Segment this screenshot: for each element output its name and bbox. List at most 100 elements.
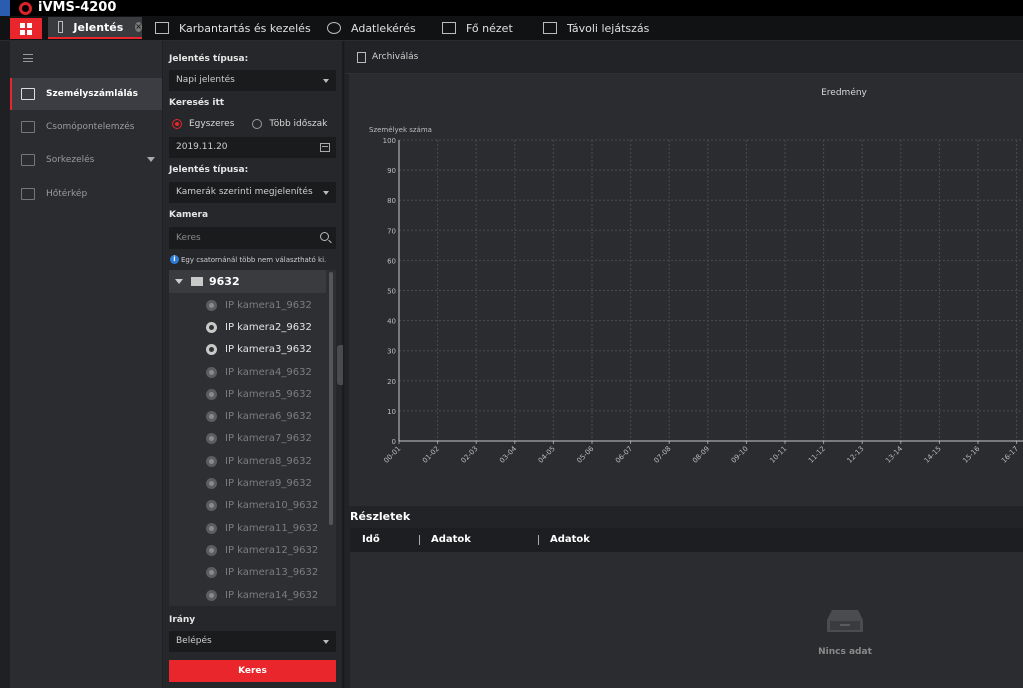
tree-scrollbar[interactable]	[329, 272, 333, 525]
column-divider	[538, 535, 539, 545]
chart-x-tick-label: 02-03	[460, 445, 480, 465]
empty-tray-icon	[827, 610, 863, 632]
report-type-value: Napi jelentés	[176, 75, 235, 85]
camera-item[interactable]: IP kamera9_9632	[169, 472, 326, 494]
camera-label: IP kamera13_9632	[225, 567, 319, 579]
camera-label: IP kamera9_9632	[225, 478, 312, 490]
data-query-icon	[327, 22, 341, 34]
camera-item[interactable]: IP kamera1_9632	[169, 294, 326, 316]
main-content: Archiválás Eredmény Személyek száma 0 10 20 3…	[345, 41, 1023, 688]
camera-item[interactable]: IP kamera4_9632	[169, 361, 326, 383]
expand-icon[interactable]	[175, 279, 183, 284]
camera-search-input[interactable]	[169, 227, 309, 249]
camera-item[interactable]: IP kamera6_9632	[169, 405, 326, 427]
grid-icon	[20, 22, 32, 35]
tree-root-node[interactable]: 9632	[169, 270, 326, 293]
camera-item[interactable]: IP kamera14_9632	[169, 584, 326, 606]
result-chart: Eredmény Személyek száma 0 10 20 30 40 50 60 70 80…	[349, 74, 1023, 506]
close-icon[interactable]: ×	[135, 22, 142, 32]
chart-title: Eredmény	[821, 87, 867, 98]
camera-icon	[206, 366, 217, 378]
nav-item-intersection-analysis[interactable]: Csomópontelemzés	[10, 111, 162, 143]
camera-icon	[206, 500, 217, 512]
radio-single[interactable]	[172, 119, 182, 129]
camera-item[interactable]: IP kamera10_9632	[169, 495, 326, 517]
details-title: Részletek	[350, 510, 411, 523]
camera-item[interactable]: IP kamera8_9632	[169, 450, 326, 472]
chart-y-tick-label: 70	[387, 227, 396, 235]
chart-x-tick-label: 10-11	[768, 445, 788, 465]
heatmap-icon	[21, 188, 35, 200]
tab-data-query[interactable]: Adatlekérés	[327, 17, 416, 39]
camera-item[interactable]: IP kamera5_9632	[169, 383, 326, 405]
tab-main-view[interactable]: Fő nézet	[442, 17, 513, 39]
camera-icon	[206, 433, 217, 445]
chart-y-tick-label: 100	[383, 137, 396, 145]
display-type-select[interactable]: Kamerák szerinti megjelenítés	[169, 182, 336, 203]
tab-label: Jelentés	[73, 20, 124, 34]
camera-label: IP kamera14_9632	[225, 589, 319, 601]
nav-item-heatmap[interactable]: Hőtérkép	[10, 178, 162, 210]
search-icon[interactable]	[320, 232, 329, 241]
chart-y-axis-label: Személyek száma	[369, 126, 432, 134]
column-header-data: Adatok	[431, 534, 471, 545]
chart-y-tick-label: 30	[387, 348, 396, 356]
chart-x-tick-label: 08-09	[691, 445, 711, 465]
search-button[interactable]: Keres	[169, 660, 336, 682]
chart-x-tick-label: 00-01	[382, 445, 402, 465]
camera-item[interactable]: IP kamera2_9632	[169, 316, 326, 338]
tree-root-label: 9632	[209, 275, 240, 288]
camera-label: IP kamera4_9632	[225, 366, 312, 378]
camera-item[interactable]: IP kamera13_9632	[169, 562, 326, 584]
details-table: Idő Adatok Adatok Nincs adat	[350, 528, 1023, 688]
direction-label: Irány	[169, 615, 196, 625]
camera-icon	[206, 321, 217, 333]
export-button[interactable]: Archiválás	[372, 52, 418, 62]
camera-icon	[206, 299, 217, 311]
nav-item-people-counting[interactable]: Személyszámlálás	[10, 78, 162, 110]
nav-item-label: Hőtérkép	[46, 189, 88, 199]
tab-label: Távoli lejátszás	[567, 21, 650, 35]
camera-item[interactable]: IP kamera12_9632	[169, 539, 326, 561]
playback-icon	[543, 22, 557, 34]
camera-item[interactable]: IP kamera3_9632	[169, 339, 326, 361]
nav-item-label: Személyszámlálás	[46, 89, 138, 99]
camera-label: IP kamera7_9632	[225, 433, 312, 445]
camera-item[interactable]: IP kamera7_9632	[169, 428, 326, 450]
radio-multi-label: Több időszak	[269, 119, 328, 129]
nav-item-label: Csomópontelemzés	[46, 122, 135, 132]
nav-item-queue-management[interactable]: Sorkezelés	[10, 144, 162, 176]
queue-icon	[21, 154, 35, 166]
column-header-time: Idő	[362, 534, 380, 545]
camera-label: IP kamera10_9632	[225, 500, 319, 512]
chart-y-tick-label: 20	[387, 378, 396, 386]
app-logo-icon	[19, 2, 32, 15]
column-header-data-2: Adatok	[550, 534, 590, 545]
report-type-label: Jelentés típusa:	[169, 54, 249, 64]
tab-maintenance[interactable]: Karbantartás és kezelés	[155, 17, 311, 39]
report-type-select[interactable]: Napi jelentés	[169, 70, 336, 91]
chart-x-tick-label: 11-12	[807, 445, 827, 465]
home-button[interactable]	[10, 18, 42, 39]
maintenance-icon	[155, 22, 169, 34]
menu-icon[interactable]	[23, 54, 33, 62]
direction-select[interactable]: Belépés	[169, 631, 336, 652]
left-nav: Személyszámlálás Csomópontelemzés Sorkez…	[10, 41, 162, 688]
radio-multi[interactable]	[252, 119, 263, 129]
camera-icon	[206, 522, 217, 534]
chart-x-tick-label: 16-17	[1000, 445, 1020, 465]
display-type-value: Kamerák szerinti megjelenítés	[176, 187, 313, 197]
date-field[interactable]: 2019.11.20	[169, 137, 336, 158]
chart-x-tick-label: 09-10	[730, 445, 750, 465]
camera-label: IP kamera6_9632	[225, 411, 312, 423]
chart-x-tick-label: 03-04	[498, 444, 518, 464]
tab-remote-playback[interactable]: Távoli lejátszás	[543, 17, 649, 39]
chart-x-tick-label: 06-07	[614, 445, 634, 465]
calendar-icon[interactable]	[320, 143, 330, 152]
collapse-handle[interactable]	[337, 345, 343, 385]
camera-icon	[206, 344, 217, 356]
main-view-icon	[442, 22, 456, 34]
tab-report[interactable]: Jelentés ×	[48, 17, 142, 39]
camera-item[interactable]: IP kamera11_9632	[169, 517, 326, 539]
title-bar: iVMS-4200	[0, 0, 1023, 16]
